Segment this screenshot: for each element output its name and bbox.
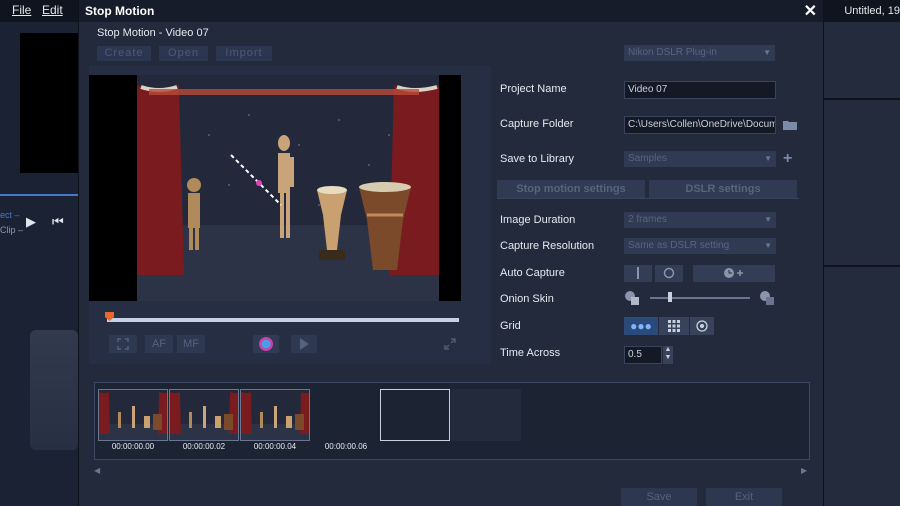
capture-resolution-value: Same as DSLR setting: [628, 240, 730, 251]
chevron-down-icon: ▼: [763, 48, 771, 57]
app-right-divider: [822, 98, 900, 100]
grid-lines-button[interactable]: [659, 317, 689, 335]
capture-button[interactable]: [253, 335, 279, 353]
scroll-left-icon[interactable]: ◀: [94, 466, 100, 475]
auto-capture-start-button[interactable]: [655, 265, 683, 282]
app-logo: [30, 330, 78, 450]
image-duration-value: 2 frames: [628, 214, 667, 225]
menu-edit[interactable]: Edit: [42, 3, 63, 17]
empty-frame-slot: [451, 389, 521, 441]
grid-label: Grid: [500, 320, 521, 332]
device-select[interactable]: Nikon DSLR Plug-in ▼: [624, 45, 775, 61]
scroll-right-icon[interactable]: ▶: [801, 466, 807, 475]
app-right-panel: [822, 22, 900, 506]
empty-frame-slot[interactable]: [380, 389, 450, 441]
save-button[interactable]: Save: [621, 488, 697, 506]
tab-dslr-settings[interactable]: DSLR settings: [649, 180, 797, 198]
frame-thumbnail: [99, 390, 167, 440]
dots-icon: ●●●: [630, 319, 652, 333]
app-play-button[interactable]: ▶: [26, 214, 36, 230]
mf-button[interactable]: MF: [177, 335, 205, 353]
app-side-label: ect –: [0, 210, 20, 220]
project-label: Stop Motion - Video 07: [97, 27, 209, 39]
film-frame[interactable]: [240, 389, 310, 441]
settings-tabs: Stop motion settings DSLR settings: [497, 180, 799, 198]
auto-capture-label: Auto Capture: [500, 267, 565, 279]
frame-timestamp: 00:00:00.00: [111, 442, 155, 451]
fit-icon: [117, 338, 129, 350]
time-across-label: Time Across: [500, 347, 561, 359]
grid-icon: [668, 320, 680, 332]
capture-resolution-select[interactable]: Same as DSLR setting ▼: [624, 238, 776, 254]
tabs-divider: [497, 198, 799, 199]
expand-icon: [444, 338, 456, 350]
bar-icon: [637, 267, 639, 279]
auto-capture-pause-button[interactable]: [624, 265, 652, 282]
chevron-down-icon: ▼: [764, 154, 772, 163]
device-select-value: Nikon DSLR Plug-in: [628, 47, 717, 58]
folder-icon[interactable]: [783, 118, 798, 136]
onion-skin-max-icon[interactable]: [759, 290, 775, 311]
app-divider: [0, 194, 78, 196]
af-button[interactable]: AF: [145, 335, 173, 353]
app-preview-panel: [20, 33, 78, 173]
film-frame[interactable]: [98, 389, 168, 441]
add-library-icon[interactable]: +: [783, 150, 792, 168]
fit-view-button[interactable]: [109, 335, 137, 353]
timeline-scrubber[interactable]: [107, 318, 459, 322]
app-side-label-clip: Clip –: [0, 225, 24, 235]
time-across-input[interactable]: 0.5: [624, 346, 662, 364]
dialog-titlebar: Stop Motion ✕: [79, 0, 823, 22]
project-name-label: Project Name: [500, 83, 567, 95]
frame-thumbnail: [241, 390, 309, 440]
exit-button[interactable]: Exit: [706, 488, 782, 506]
dialog-title: Stop Motion: [85, 4, 155, 18]
onion-skin-slider-thumb[interactable]: [668, 292, 672, 302]
time-across-stepper[interactable]: ▲ ▼: [663, 346, 673, 364]
chevron-down-icon[interactable]: ▼: [663, 354, 673, 362]
stop-motion-scene: [137, 75, 439, 301]
stop-motion-dialog: Stop Motion ✕ Stop Motion - Video 07 Cre…: [78, 0, 824, 506]
app-title: Untitled, 19: [844, 5, 900, 17]
tab-stop-motion-settings[interactable]: Stop motion settings: [497, 180, 645, 198]
chevron-down-icon: ▼: [764, 241, 772, 250]
image-duration-select[interactable]: 2 frames ▼: [624, 212, 776, 228]
frame-thumbnail: [170, 390, 238, 440]
circle-icon: [663, 267, 675, 279]
capture-folder-label: Capture Folder: [500, 118, 574, 130]
save-to-library-label: Save to Library: [500, 153, 574, 165]
film-frame[interactable]: [169, 389, 239, 441]
auto-capture-settings-button[interactable]: [693, 265, 775, 282]
timer-settings-icon: [724, 268, 743, 278]
capture-icon: [259, 337, 273, 351]
chevron-down-icon: ▼: [764, 215, 772, 224]
chevron-up-icon[interactable]: ▲: [663, 346, 673, 354]
app-skip-start-button[interactable]: ⏮: [52, 214, 64, 230]
app-right-divider: [822, 265, 900, 267]
import-button[interactable]: Import: [216, 46, 272, 61]
frame-timestamp: 00:00:00.04: [253, 442, 297, 451]
grid-dots-button[interactable]: ●●●: [624, 317, 658, 335]
frame-timestamp: 00:00:00.02: [182, 442, 226, 451]
close-icon[interactable]: ✕: [804, 1, 817, 21]
open-button[interactable]: Open: [159, 46, 208, 61]
image-duration-label: Image Duration: [500, 214, 576, 226]
menu-file[interactable]: File: [12, 3, 31, 17]
capture-resolution-label: Capture Resolution: [500, 240, 595, 252]
project-name-field[interactable]: Video 07: [624, 81, 776, 99]
library-select-value: Samples: [628, 153, 667, 164]
onion-skin-slider[interactable]: [650, 297, 750, 299]
library-select[interactable]: Samples ▼: [624, 151, 776, 167]
fullscreen-button[interactable]: [439, 335, 461, 353]
target-icon: [696, 320, 708, 332]
play-icon: [300, 338, 309, 350]
onion-skin-label: Onion Skin: [500, 293, 554, 305]
create-button[interactable]: Create: [97, 46, 151, 61]
onion-skin-min-icon[interactable]: [624, 290, 640, 311]
frame-timestamp: 00:00:00.06: [324, 442, 368, 451]
play-button[interactable]: [291, 335, 317, 353]
capture-folder-field[interactable]: C:\Users\Collen\OneDrive\Docum...: [624, 116, 776, 134]
video-preview: [89, 75, 461, 301]
grid-target-button[interactable]: [690, 317, 714, 335]
